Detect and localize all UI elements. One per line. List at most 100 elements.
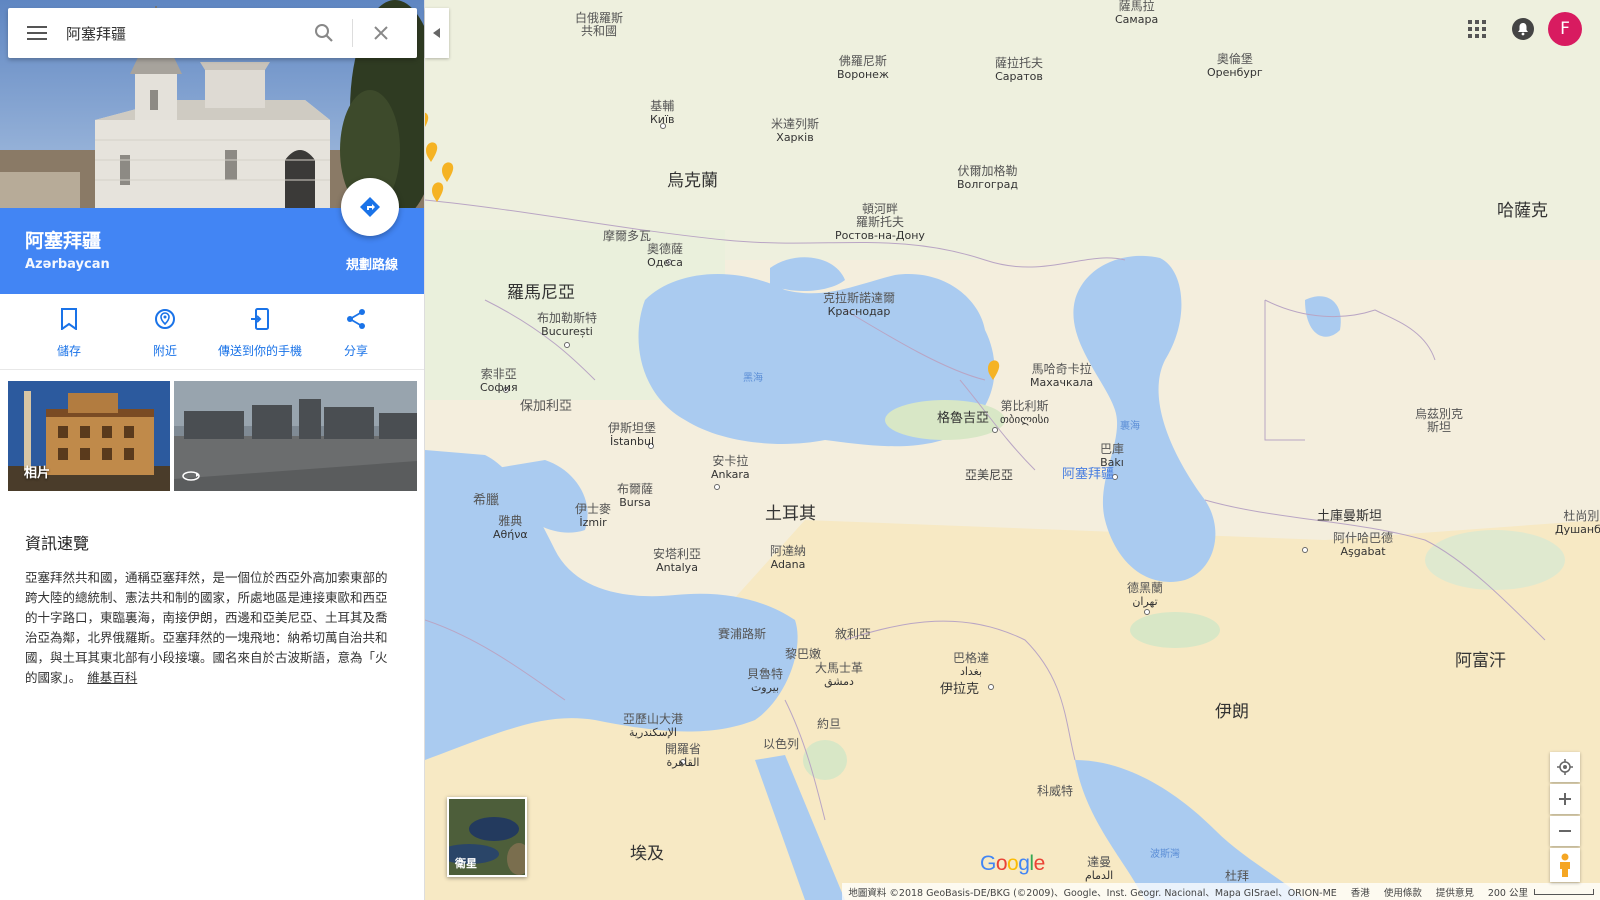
label-dubai: 杜拜 (1225, 869, 1250, 883)
notifications-icon[interactable] (1512, 18, 1534, 40)
pegman-icon (1560, 853, 1570, 877)
label-black-sea: 黑海 (743, 373, 763, 384)
map-attribution: 地圖資料 ©2018 GeoBasis-DE/BKG (©2009)、Googl… (842, 883, 1600, 900)
label-kyiv: 基輔 Київ (650, 99, 675, 127)
label-bursa: 布爾薩 Bursa (617, 482, 654, 510)
menu-button[interactable] (8, 8, 66, 58)
place-title: 阿塞拜疆 (25, 230, 102, 252)
map-canvas[interactable]: 白俄羅斯 共和國 薩馬拉 Самара 佛羅尼斯 Воронеж 薩拉托夫 Сарато… (425, 0, 1600, 900)
label-krasnodar: 克拉斯諾達爾 Краснодар (823, 291, 896, 319)
google-logo: Google (980, 852, 1045, 875)
place-header: 阿塞拜疆 Azərbaycan 規劃路線 (0, 178, 424, 294)
scale-bar (1534, 888, 1594, 895)
directions-icon (360, 197, 380, 217)
label-cyprus: 賽浦路斯 (718, 627, 767, 641)
plus-icon (1559, 793, 1571, 805)
wikipedia-link[interactable]: 維基百科 (87, 670, 137, 685)
photo-strip: 相片 (8, 381, 417, 491)
label-damascus: 大馬士革 دمشق (815, 661, 864, 689)
label-baku: 巴庫 Bakı (1100, 442, 1125, 470)
share-button[interactable]: 分享 (306, 294, 406, 370)
send-to-phone-button[interactable]: 傳送到你的手機 (210, 294, 310, 370)
label-ankara: 安卡拉 Ankara (711, 454, 750, 482)
label-iran: 伊朗 (1215, 702, 1249, 722)
label-armenia: 亞美尼亞 (965, 468, 1014, 482)
label-lebanon: 黎巴嫩 (785, 647, 822, 661)
street-view-pegman[interactable] (1550, 848, 1580, 882)
zoom-out-button[interactable] (1550, 816, 1580, 846)
street-view-tile[interactable] (174, 381, 417, 491)
search-button[interactable] (296, 8, 352, 58)
label-greece: 希臘 (473, 493, 500, 508)
terms-link[interactable]: 使用條款 (1384, 885, 1422, 899)
label-persian-gulf: 波斯灣 (1150, 849, 1180, 860)
feedback-link[interactable]: 提供意見 (1436, 885, 1474, 899)
label-dammam: 達曼 الدمام (1085, 855, 1114, 883)
nearby-label: 附近 (152, 344, 177, 358)
label-ashgabat: 阿什哈巴德 Aşgabat (1333, 531, 1394, 559)
user-avatar[interactable]: F (1548, 12, 1582, 46)
apps-grid-icon[interactable] (1468, 20, 1486, 38)
label-syria: 敘利亞 (835, 627, 872, 641)
clear-search-button[interactable] (353, 8, 409, 58)
share-label: 分享 (343, 344, 368, 358)
zoom-in-button[interactable] (1550, 784, 1580, 814)
hamburger-menu-icon (27, 26, 47, 40)
label-egypt: 埃及 (630, 844, 664, 864)
label-tehran: 德黑蘭 تهران (1127, 581, 1164, 609)
label-rostov: 頓河畔 羅斯托夫 Ростов-на-Дону (835, 202, 925, 243)
satellite-toggle[interactable]: 衛星 (447, 797, 527, 877)
label-kharkiv: 米達列斯 Харків (771, 117, 820, 145)
region-link[interactable]: 香港 (1351, 885, 1370, 899)
maps-app: 阿塞拜疆 Azərbaycan 規劃路線 儲存 (0, 0, 1600, 900)
street-view-360-icon (182, 471, 200, 481)
label-turkmenistan: 土庫曼斯坦 (1317, 509, 1383, 524)
search-icon (315, 24, 333, 42)
scale-label[interactable]: 200 公里 (1488, 885, 1528, 899)
label-bulgaria: 保加利亞 (520, 399, 573, 414)
photos-tile[interactable]: 相片 (8, 381, 170, 491)
overview-text: 亞塞拜然共和國，通稱亞塞拜然，是一個位於西亞外高加索東部的跨大陸的總統制、憲法共… (25, 570, 388, 685)
directions-button[interactable] (341, 178, 399, 236)
map-data-credit: 地圖資料 ©2018 GeoBasis-DE/BKG (©2009)、Googl… (848, 887, 1337, 899)
label-ukraine: 烏克蘭 (667, 171, 718, 191)
label-adana: 阿達納 Adana (770, 544, 807, 572)
label-kuwait: 科威特 (1037, 784, 1074, 798)
map-terrain (425, 0, 1600, 900)
save-button[interactable]: 儲存 (19, 294, 119, 370)
label-antalya: 安塔利亞 Antalya (653, 547, 702, 575)
label-alexandria: 亞歷山大港 الإسكندرية (623, 712, 684, 740)
satellite-label: 衛星 (455, 857, 477, 870)
label-samara: 薩馬拉 Самара (1115, 0, 1159, 26)
nearby-button[interactable]: 附近 (115, 294, 215, 370)
label-athens: 雅典 Αθήνα (493, 514, 528, 542)
place-panel: 阿塞拜疆 Azərbaycan 規劃路線 儲存 (0, 0, 425, 900)
label-dushanbe: 杜尚別Душанбе (1555, 509, 1600, 537)
label-cairo: 開羅省 القاهرة (665, 742, 702, 770)
label-voronezh: 佛羅尼斯 Воронеж (837, 54, 889, 82)
place-subtitle: Azərbaycan (25, 257, 110, 272)
label-afghanistan: 阿富汗 (1455, 651, 1506, 671)
label-turkey: 土耳其 (765, 504, 816, 524)
my-location-button[interactable] (1550, 752, 1580, 782)
label-kazakhstan: 哈薩克 (1497, 201, 1548, 221)
directions-label[interactable]: 規劃路線 (346, 254, 398, 273)
label-bucharest: 布加勒斯特 București (537, 311, 598, 339)
label-belarus: 白俄羅斯 共和國 (575, 11, 624, 38)
bookmark-icon (61, 308, 77, 330)
label-baghdad: 巴格達 بغداد (953, 651, 990, 679)
search-input[interactable] (66, 24, 296, 42)
label-orenburg: 奧倫堡 Оренбург (1207, 52, 1263, 80)
close-icon (374, 26, 388, 40)
label-caspian-sea: 裏海 (1120, 421, 1140, 432)
photos-label: 相片 (24, 466, 51, 481)
search-box (8, 8, 417, 58)
minus-icon (1559, 830, 1571, 832)
label-jordan: 約旦 (817, 717, 842, 731)
label-volgograd: 伏爾加格勒 Волгоград (957, 164, 1018, 192)
label-makhachkala: 馬哈奇卡拉 Махачкала (1030, 362, 1094, 390)
label-iraq: 伊拉克 (940, 682, 980, 697)
collapse-panel-button[interactable] (425, 8, 449, 58)
label-odesa: 奧德薩 Одеса (647, 242, 684, 270)
chevron-left-icon (433, 28, 440, 38)
